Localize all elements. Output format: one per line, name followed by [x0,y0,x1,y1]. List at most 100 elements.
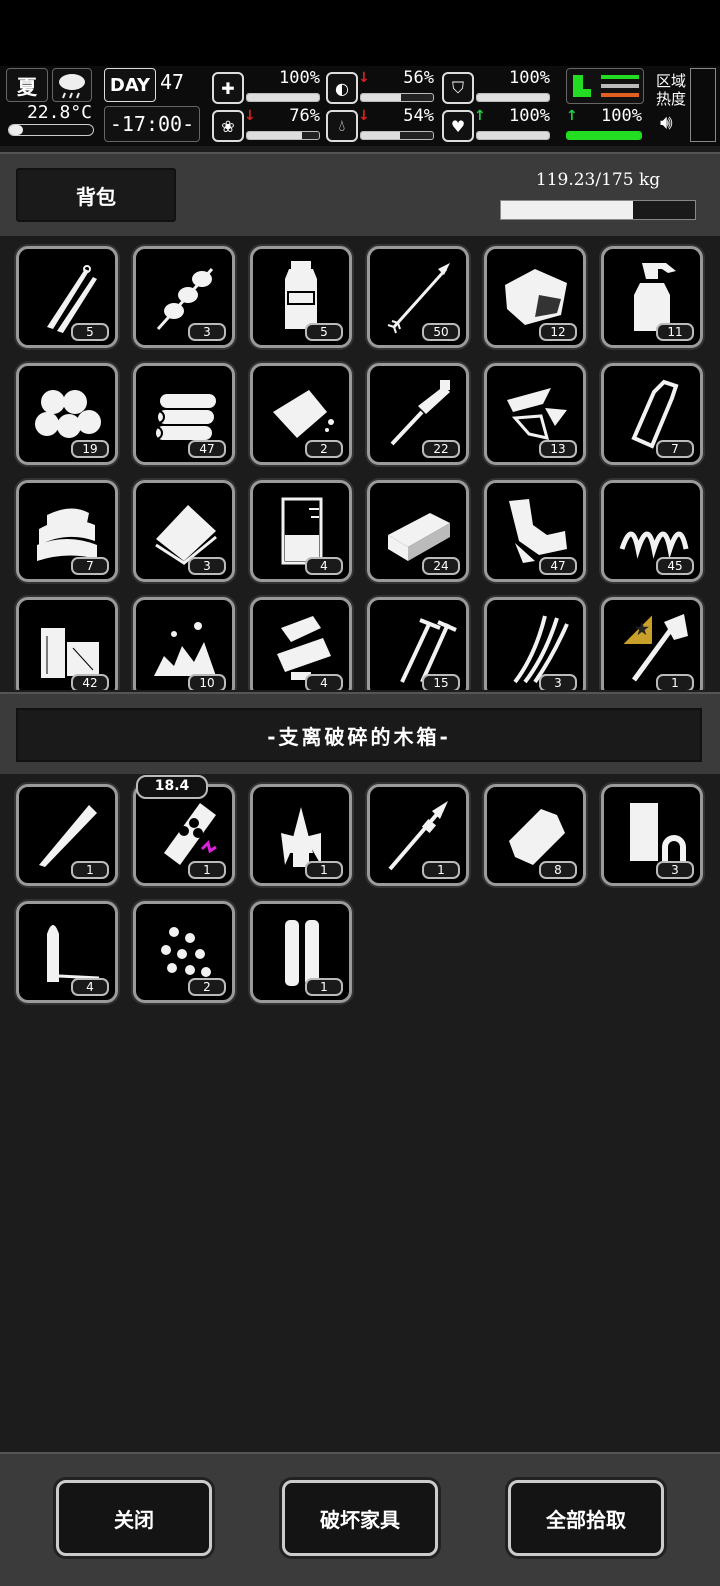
item-slot[interactable]: 47 [484,480,586,582]
item-count: 7 [71,557,109,575]
item-slot[interactable]: 47 [133,363,235,465]
armor-stat: ⛉ 100% [442,68,552,104]
brain-icon: ❀ [212,110,244,142]
item-count: 13 [539,440,577,458]
item-count: 50 [422,323,460,341]
temperature-value: 22.8°C [26,102,92,123]
thermometer-icon [8,124,94,136]
item-slot[interactable]: 1 [250,784,352,886]
down-arrow-icon: ↓ [358,108,370,124]
item-count: 1 [305,978,343,996]
item-count: 45 [656,557,694,575]
item-count: 1 [188,861,226,879]
item-count: 5 [71,323,109,341]
boot-icon [573,75,639,97]
item-count: 4 [71,978,109,996]
weight-bar [500,200,696,220]
item-slot[interactable]: 2 [250,363,352,465]
armor-value: 100% [509,68,550,88]
clock: -17:00- [104,106,200,142]
item-slot[interactable]: 8 [484,784,586,886]
item-count: 1 [305,861,343,879]
item-slot[interactable]: 3 [133,480,235,582]
item-slot[interactable]: 5 [250,246,352,348]
weight-label: 119.23/175 kg [535,170,661,190]
season-label: 夏 [17,74,37,99]
up-arrow-icon: ↑ [566,108,578,124]
item-slot[interactable]: 24 [367,480,469,582]
item-slot[interactable]: 22 [367,363,469,465]
thirst-value: 54% [403,106,434,126]
item-count: 3 [188,323,226,341]
stamina-value: 100% [601,106,642,126]
item-count: 5 [305,323,343,341]
up-arrow-icon: ↑ [474,108,486,124]
item-count: 3 [539,674,577,690]
speaker-icon[interactable]: 🔊︎ [660,110,673,134]
item-slot[interactable]: 3 [484,597,586,690]
heart-value: 100% [509,106,550,126]
item-count: 47 [188,440,226,458]
star-badge-icon: ★ [600,592,652,644]
health-stat: ✚ 100% [212,68,322,104]
item-count: 8 [539,861,577,879]
item-slot[interactable]: 3 [601,784,703,886]
item-count: 22 [422,440,460,458]
item-count: 3 [656,861,694,879]
item-slot[interactable]: 15 [367,597,469,690]
item-slot[interactable]: 1 [250,901,352,1003]
item-slot[interactable]: 1 [367,784,469,886]
item-slot[interactable]: 5 [16,246,118,348]
stomach-icon: ◐ [326,72,358,104]
down-arrow-icon: ↓ [244,108,256,124]
heart-stat: ♥ ↑ 100% [442,106,552,142]
item-slot[interactable]: 1 18.4 [133,775,235,886]
item-slot[interactable]: 13 [484,363,586,465]
item-slot[interactable]: 3 [133,246,235,348]
weight-bar-fill [501,201,633,219]
item-count: 15 [422,674,460,690]
day-number: 47 [160,70,185,94]
item-slot[interactable]: 12 [484,246,586,348]
armor-icon: ⛉ [442,72,474,104]
item-slot[interactable]: 4 [16,901,118,1003]
item-slot[interactable]: 4 [250,597,352,690]
item-slot[interactable]: 2 [133,901,235,1003]
destroy-furniture-button[interactable]: 破坏家具 [282,1480,438,1556]
container-title: -支离破碎的木箱- [16,708,702,762]
clock-time: -17:00- [109,112,195,136]
action-bar: 关闭 破坏家具 全部拾取 [0,1452,720,1586]
take-all-button[interactable]: 全部拾取 [508,1480,664,1556]
hud-panel: 夏 22.8°C DAY 47 -17:00- ✚ 100% ◐ ↓ 56% ⛉… [0,66,720,146]
item-count: 3 [188,557,226,575]
item-count: 42 [71,674,109,690]
down-arrow-icon: ↓ [358,70,370,86]
mental-value: 76% [289,106,320,126]
item-slot[interactable]: 19 [16,363,118,465]
item-top-label: 18.4 [136,775,208,799]
item-count: 12 [539,323,577,341]
item-slot[interactable]: 10 [133,597,235,690]
backpack-tab-button[interactable]: 背包 [16,168,176,222]
item-slot[interactable]: 1 ★ [601,597,703,690]
item-count: 7 [656,440,694,458]
status-bar-strip [0,0,720,66]
item-slot[interactable]: 42 [16,597,118,690]
item-count: 1 [71,861,109,879]
item-slot[interactable]: 7 [601,363,703,465]
item-count: 1 [422,861,460,879]
item-slot[interactable]: 50 [367,246,469,348]
container-header: -支离破碎的木箱- [0,692,720,774]
season-indicator: 夏 [6,68,48,102]
water-drop-icon: 💧︎ [326,110,358,142]
item-count: 4 [305,557,343,575]
item-slot[interactable]: 45 [601,480,703,582]
item-slot[interactable]: 1 [16,784,118,886]
item-slot[interactable]: 4 [250,480,352,582]
stamina-stat: ↑ 100% [566,106,644,142]
close-button[interactable]: 关闭 [56,1480,212,1556]
item-slot[interactable]: 7 [16,480,118,582]
thirst-stat: 💧︎ ↓ 54% [326,106,436,142]
thermometer: 22.8°C [8,102,94,142]
item-slot[interactable]: 11 [601,246,703,348]
